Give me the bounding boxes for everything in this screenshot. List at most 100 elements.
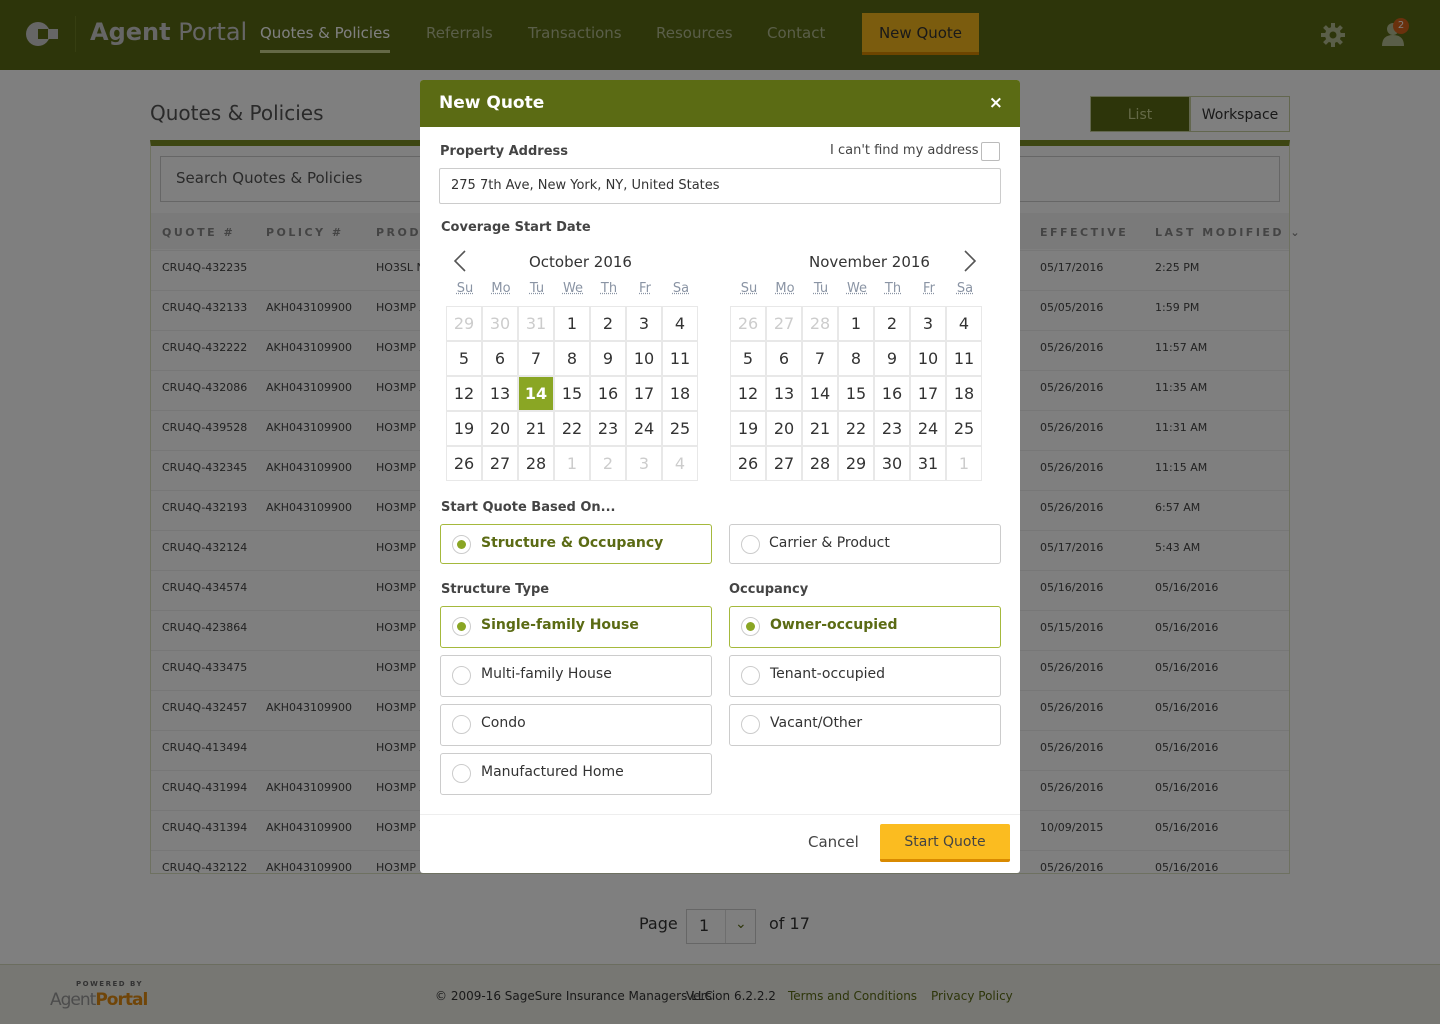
calendar-day[interactable]: 28: [802, 446, 838, 481]
calendar-day[interactable]: 22: [838, 411, 874, 446]
occupancy-option[interactable]: Tenant-occupied: [729, 655, 1001, 697]
calendar-day-selected[interactable]: 14: [518, 376, 554, 411]
calendar-day[interactable]: 30: [874, 446, 910, 481]
calendar-day[interactable]: 26: [730, 446, 766, 481]
option-structure-occupancy[interactable]: Structure & Occupancy: [440, 524, 712, 564]
weekday-label: Mo: [775, 281, 795, 296]
calendar-day[interactable]: 4: [946, 306, 982, 341]
prev-month-icon[interactable]: [451, 250, 469, 272]
calendar-day[interactable]: 22: [554, 411, 590, 446]
calendar-day[interactable]: 20: [766, 411, 802, 446]
calendar-day[interactable]: 26: [446, 446, 482, 481]
calendar-day[interactable]: 24: [626, 411, 662, 446]
structure-option[interactable]: Single-family House: [440, 606, 712, 648]
calendar-day[interactable]: 7: [518, 341, 554, 376]
calendar-day[interactable]: 6: [766, 341, 802, 376]
structure-option[interactable]: Condo: [440, 704, 712, 746]
calendar-day[interactable]: 25: [946, 411, 982, 446]
calendar-day[interactable]: 31: [910, 446, 946, 481]
calendar-day[interactable]: 23: [590, 411, 626, 446]
cant-find-checkbox[interactable]: [981, 142, 1000, 161]
calendar-day[interactable]: 9: [590, 341, 626, 376]
calendar-day[interactable]: 2: [590, 306, 626, 341]
calendar-day[interactable]: 26: [730, 306, 766, 341]
calendar-day[interactable]: 28: [518, 446, 554, 481]
calendar-day[interactable]: 5: [446, 341, 482, 376]
modal-title: New Quote: [420, 80, 1020, 127]
address-input[interactable]: 275 7th Ave, New York, NY, United States: [439, 168, 1001, 204]
calendar-day[interactable]: 10: [626, 341, 662, 376]
calendar-day[interactable]: 14: [802, 376, 838, 411]
calendar-day[interactable]: 2: [590, 446, 626, 481]
calendar-day[interactable]: 18: [946, 376, 982, 411]
calendar-day[interactable]: 11: [662, 341, 698, 376]
calendar-day[interactable]: 29: [446, 306, 482, 341]
weekday-label: Fr: [639, 281, 651, 296]
calendar-day[interactable]: 6: [482, 341, 518, 376]
calendar-day[interactable]: 4: [662, 306, 698, 341]
close-icon[interactable]: ×: [989, 93, 1003, 113]
calendar-day[interactable]: 24: [910, 411, 946, 446]
option-carrier-product[interactable]: Carrier & Product: [729, 524, 1001, 564]
calendar-day[interactable]: 7: [802, 341, 838, 376]
calendar-day[interactable]: 11: [946, 341, 982, 376]
calendar-day[interactable]: 3: [910, 306, 946, 341]
calendar-day[interactable]: 15: [838, 376, 874, 411]
occupancy-option[interactable]: Owner-occupied: [729, 606, 1001, 648]
calendar-day[interactable]: 13: [482, 376, 518, 411]
calendar-day[interactable]: 19: [446, 411, 482, 446]
option-label: Condo: [481, 715, 526, 731]
option-label: Multi-family House: [481, 666, 612, 682]
calendar-day[interactable]: 30: [482, 306, 518, 341]
coverage-label: Coverage Start Date: [441, 220, 591, 235]
structure-option[interactable]: Multi-family House: [440, 655, 712, 697]
calendar-day[interactable]: 3: [626, 306, 662, 341]
calendar-day[interactable]: 27: [766, 446, 802, 481]
calendar-day[interactable]: 31: [518, 306, 554, 341]
option-label: Single-family House: [481, 617, 639, 633]
calendar-day[interactable]: 16: [590, 376, 626, 411]
calendar-day[interactable]: 2: [874, 306, 910, 341]
calendar-day[interactable]: 23: [874, 411, 910, 446]
calendar-day[interactable]: 5: [730, 341, 766, 376]
calendar-day[interactable]: 3: [626, 446, 662, 481]
calendar-day[interactable]: 1: [554, 306, 590, 341]
calendar-day[interactable]: 15: [554, 376, 590, 411]
calendar-day[interactable]: 27: [766, 306, 802, 341]
calendar-day[interactable]: 17: [626, 376, 662, 411]
calendar-day[interactable]: 9: [874, 341, 910, 376]
calendar-day[interactable]: 8: [838, 341, 874, 376]
start-quote-button[interactable]: Start Quote: [880, 824, 1010, 862]
calendar-day[interactable]: 12: [446, 376, 482, 411]
calendar-day[interactable]: 18: [662, 376, 698, 411]
calendar-day[interactable]: 1: [554, 446, 590, 481]
occupancy-label: Occupancy: [729, 582, 809, 597]
calendar-day[interactable]: 12: [730, 376, 766, 411]
calendar-day[interactable]: 13: [766, 376, 802, 411]
weekday-label: Su: [456, 281, 474, 296]
cant-find-label: I can't find my address: [830, 143, 979, 158]
weekday-label: Th: [600, 281, 618, 296]
calendar-day[interactable]: 27: [482, 446, 518, 481]
calendar-day[interactable]: 21: [802, 411, 838, 446]
calendar-day[interactable]: 1: [838, 306, 874, 341]
calendar-day[interactable]: 29: [838, 446, 874, 481]
structure-option[interactable]: Manufactured Home: [440, 753, 712, 795]
calendar-day[interactable]: 4: [662, 446, 698, 481]
calendar-day[interactable]: 20: [482, 411, 518, 446]
weekday-label: Su: [740, 281, 758, 296]
next-month-icon[interactable]: [961, 250, 979, 272]
calendar-day[interactable]: 1: [946, 446, 982, 481]
calendar-day[interactable]: 21: [518, 411, 554, 446]
calendar-day[interactable]: 16: [874, 376, 910, 411]
calendar-day[interactable]: 8: [554, 341, 590, 376]
calendar-day[interactable]: 10: [910, 341, 946, 376]
calendar-day[interactable]: 17: [910, 376, 946, 411]
radio-selected: [452, 617, 471, 636]
occupancy-option[interactable]: Vacant/Other: [729, 704, 1001, 746]
cancel-button[interactable]: Cancel: [808, 833, 859, 851]
calendar-day[interactable]: 28: [802, 306, 838, 341]
weekday-label: Th: [884, 281, 902, 296]
calendar-day[interactable]: 25: [662, 411, 698, 446]
calendar-day[interactable]: 19: [730, 411, 766, 446]
